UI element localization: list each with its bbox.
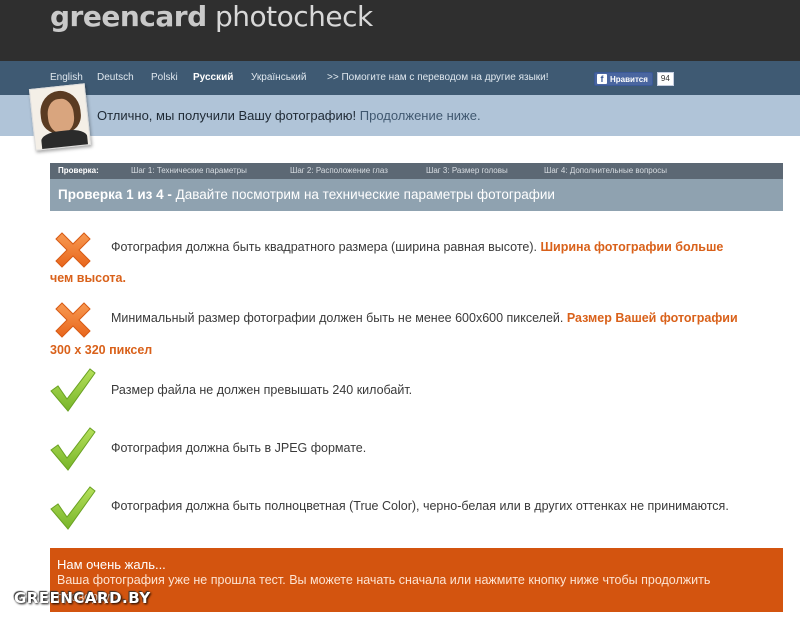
fail-alert-box: Нам очень жаль... Ваша фотография уже не… [50,548,783,612]
checkmark-icon [50,427,96,471]
x-mark-icon [55,232,91,268]
site-logo[interactable]: greencard photocheck [50,0,373,33]
check-error: Ширина фотографии больше [537,240,724,254]
alert-message: Ваша фотография уже не прошла тест. Вы м… [57,573,711,587]
section-title: Проверка 1 из 4 - Давайте посмотрим на т… [58,187,555,202]
check-error-continued: чем высота. [50,271,126,285]
tab-step-2[interactable]: Шаг 2: Расположение глаз [290,166,388,175]
steps-nav: Проверка: Шаг 1: Технические параметры Ш… [50,163,783,179]
tab-step-3[interactable]: Шаг 3: Размер головы [426,166,508,175]
check-error-continued: 300 x 320 пиксел [50,343,153,357]
facebook-icon: f [597,74,607,84]
watermark: GREENCARD.BY [14,589,151,607]
section-title-step: Проверка 1 из 4 - [58,187,176,202]
lang-polski[interactable]: Polski [151,72,178,83]
lang-english[interactable]: English [50,72,83,83]
facebook-like-button[interactable]: f Нравится [594,72,653,86]
lang-russian[interactable]: Русский [193,72,233,83]
check-text: Минимальный размер фотографии должен быт… [111,311,738,325]
lang-help-translate[interactable]: >> Помогите нам с переводом на другие яз… [327,72,549,83]
upload-success-message: Отлично, мы получили Вашу фотографию! [97,108,357,123]
check-text: Фотография должна быть в JPEG формате. [111,441,367,455]
check-text: Фотография должна быть квадратного разме… [111,240,724,254]
alert-title: Нам очень жаль... [57,557,166,572]
section-title-description: Давайте посмотрим на технические парамет… [175,187,555,202]
section-title-bar: Проверка 1 из 4 - Давайте посмотрим на т… [50,179,783,211]
site-header: greencard photocheck [0,0,800,61]
check-text: Размер файла не должен превышать 240 кил… [111,383,413,397]
uploaded-photo-thumbnail [28,83,92,151]
facebook-like-label: Нравится [610,74,648,84]
facebook-like-widget: f Нравится 94 [594,71,674,87]
check-text: Фотография должна быть полноцветная (Tru… [111,499,729,513]
logo-photocheck: photocheck [206,0,373,33]
lang-deutsch[interactable]: Deutsch [97,72,134,83]
checkmark-icon [50,486,96,530]
tab-step-4[interactable]: Шаг 4: Дополнительные вопросы [544,166,667,175]
logo-greencard: greencard [50,0,207,33]
steps-label: Проверка: [58,166,99,175]
tab-step-1[interactable]: Шаг 1: Технические параметры [131,166,247,175]
check-error: Размер Вашей фотографии [563,311,738,325]
checkmark-icon [50,368,96,412]
x-mark-icon [55,302,91,338]
language-bar: English Deutsch Polski Русский Українськ… [0,61,800,95]
lang-ukrainian[interactable]: Український [251,72,306,83]
upload-notice-text: Отлично, мы получили Вашу фотографию! Пр… [97,108,481,123]
upload-continue-message: Продолжение ниже. [356,108,481,123]
facebook-like-count: 94 [656,72,674,86]
